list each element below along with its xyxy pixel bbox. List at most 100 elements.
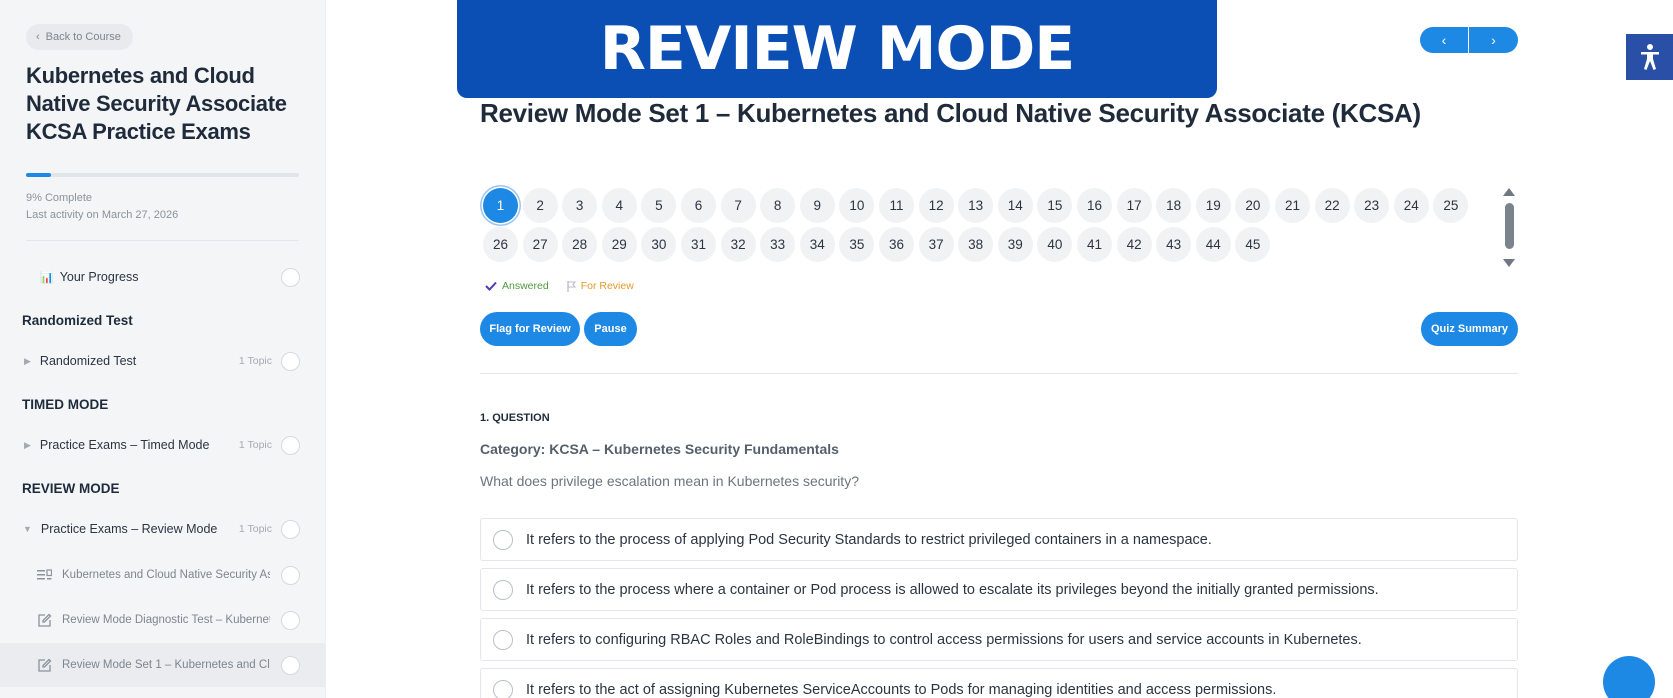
course-title: Kubernetes and Cloud Native Security Ass…	[26, 63, 287, 144]
course-sidebar: ‹ Back to Course Kubernetes and Cloud Na…	[0, 0, 326, 698]
question-number-button[interactable]: 17	[1116, 188, 1152, 223]
question-number-label: 1. QUESTION	[480, 412, 550, 424]
quiz-title: Review Mode Set 1 – Kubernetes and Cloud…	[480, 98, 1421, 128]
scroll-up-arrow-icon[interactable]	[1503, 188, 1515, 196]
question-number-button[interactable]: 12	[918, 188, 954, 223]
pause-button[interactable]: Pause	[584, 312, 637, 346]
sidebar-item-review-mode[interactable]: ▼ Practice Exams – Review Mode 1 Topic	[0, 509, 325, 549]
sidebar-topic-item[interactable]: Review Mode Diagnostic Test – Kubernetes…	[0, 599, 325, 641]
question-number-button[interactable]: 34	[799, 227, 835, 262]
question-number-button[interactable]: 35	[839, 227, 875, 262]
question-number-button[interactable]: 23	[1354, 188, 1390, 223]
question-number-button[interactable]: 9	[799, 188, 835, 223]
sidebar-item-timed-mode[interactable]: ▶ Practice Exams – Timed Mode 1 Topic	[0, 425, 325, 465]
quiz-summary-button[interactable]: Quiz Summary	[1421, 312, 1518, 346]
question-number-button[interactable]: 36	[879, 227, 914, 262]
question-number-button[interactable]: 32	[720, 227, 756, 262]
chat-widget-button[interactable]	[1603, 656, 1655, 698]
question-number-button[interactable]: 8	[760, 188, 796, 223]
question-number-button[interactable]: 7	[720, 188, 756, 223]
sidebar-item-randomized-test[interactable]: ▶ Randomized Test 1 Topic	[0, 341, 325, 381]
question-category: Category: KCSA – Kubernetes Security Fun…	[480, 441, 839, 457]
sidebar-topic-item[interactable]: Kubernetes and Cloud Native Security Ass…	[0, 554, 325, 596]
question-number-button[interactable]: 11	[879, 188, 914, 223]
question-number-button[interactable]: 13	[958, 188, 994, 223]
radio-button[interactable]	[493, 629, 513, 650]
question-number-button[interactable]: 24	[1393, 188, 1429, 223]
legend-answered: Answered	[485, 280, 549, 292]
question-number-button[interactable]: 39	[997, 227, 1033, 262]
scroll-down-arrow-icon[interactable]	[1503, 259, 1515, 267]
question-number-button[interactable]: 19	[1195, 188, 1231, 223]
question-number-button[interactable]: 41	[1077, 227, 1112, 262]
radio-button[interactable]	[493, 579, 513, 600]
flag-for-review-button[interactable]: Flag for Review	[480, 312, 580, 346]
accessibility-button[interactable]	[1626, 34, 1673, 80]
question-number-button[interactable]: 1	[483, 188, 518, 223]
question-number-button[interactable]: 2	[522, 188, 558, 223]
question-number-button[interactable]: 14	[997, 188, 1033, 223]
progress-complete-text: 9% Complete	[26, 192, 93, 204]
question-number-button[interactable]: 3	[562, 188, 598, 223]
topic-count: 1 Topic	[238, 355, 272, 367]
question-number-button[interactable]: 15	[1037, 188, 1073, 223]
answer-text: It refers to the process where a contain…	[526, 581, 1379, 598]
question-number-button[interactable]: 37	[918, 227, 954, 262]
question-number-button[interactable]: 16	[1077, 188, 1112, 223]
question-number-button[interactable]: 44	[1195, 227, 1231, 262]
answer-option[interactable]: It refers to the process of applying Pod…	[480, 518, 1518, 561]
lesson-label: Practice Exams – Review Mode	[40, 522, 218, 536]
question-number-button[interactable]: 42	[1116, 227, 1152, 262]
caret-right-icon: ▶	[24, 439, 31, 450]
question-legend: Answered For Review	[485, 280, 634, 292]
lesson-nav: ‹ ›	[1420, 27, 1518, 53]
question-number-button[interactable]: 4	[601, 188, 637, 223]
question-number-button[interactable]: 33	[760, 227, 796, 262]
radio-button[interactable]	[493, 529, 513, 550]
legend-for-review: For Review	[567, 280, 634, 292]
flag-icon	[567, 280, 576, 292]
question-number-button[interactable]: 22	[1314, 188, 1350, 223]
answer-option[interactable]: It refers to the process where a contain…	[480, 568, 1518, 611]
question-number-button[interactable]: 28	[562, 227, 598, 262]
sidebar-topic-item-active[interactable]: Review Mode Set 1 – Kubernetes and Cloud…	[0, 643, 325, 687]
answer-text: It refers to configuring RBAC Roles and …	[526, 631, 1362, 648]
question-number-button[interactable]: 29	[601, 227, 637, 262]
question-number-button[interactable]: 20	[1235, 188, 1271, 223]
question-number-button[interactable]: 6	[681, 188, 716, 223]
question-number-button[interactable]: 25	[1433, 188, 1469, 223]
status-circle-icon	[281, 435, 300, 455]
question-number-button[interactable]: 5	[641, 188, 677, 223]
question-number-button[interactable]: 40	[1037, 227, 1073, 262]
section-heading-review: REVIEW MODE	[22, 481, 120, 496]
legend-review-label: For Review	[580, 280, 634, 292]
question-number-button[interactable]: 43	[1156, 227, 1192, 262]
course-progress-bar	[26, 173, 299, 177]
question-number-button[interactable]: 18	[1156, 188, 1192, 223]
sidebar-item-your-progress[interactable]: 📊 Your Progress	[0, 257, 325, 297]
question-number-button[interactable]: 45	[1235, 227, 1271, 262]
previous-lesson-button[interactable]: ‹	[1420, 27, 1469, 53]
section-heading-timed: TIMED MODE	[22, 397, 109, 412]
accessibility-icon	[1640, 44, 1659, 70]
question-number-button[interactable]: 38	[958, 227, 994, 262]
answer-option[interactable]: It refers to configuring RBAC Roles and …	[480, 618, 1518, 661]
question-number-button[interactable]: 10	[839, 188, 875, 223]
back-to-course-button[interactable]: ‹ Back to Course	[26, 24, 133, 50]
lesson-label: Randomized Test	[39, 354, 137, 368]
last-activity-text: Last activity on March 27, 2026	[26, 209, 179, 221]
radio-button[interactable]	[493, 679, 513, 698]
topic-count: 1 Topic	[238, 523, 272, 535]
question-number-button[interactable]: 21	[1275, 188, 1310, 223]
review-mode-banner: REVIEW MODE	[457, 0, 1217, 98]
answer-option[interactable]: It refers to the act of assigning Kubern…	[480, 668, 1518, 698]
question-list-scrollbar[interactable]	[1505, 203, 1514, 249]
status-circle-icon	[281, 351, 300, 371]
question-number-button[interactable]: 31	[681, 227, 716, 262]
next-lesson-button[interactable]: ›	[1469, 27, 1518, 53]
question-number-button[interactable]: 26	[483, 227, 518, 262]
question-number-button[interactable]: 30	[641, 227, 677, 262]
edit-icon	[36, 612, 52, 628]
question-number-button[interactable]: 27	[522, 227, 558, 262]
sidebar-divider	[26, 240, 299, 241]
